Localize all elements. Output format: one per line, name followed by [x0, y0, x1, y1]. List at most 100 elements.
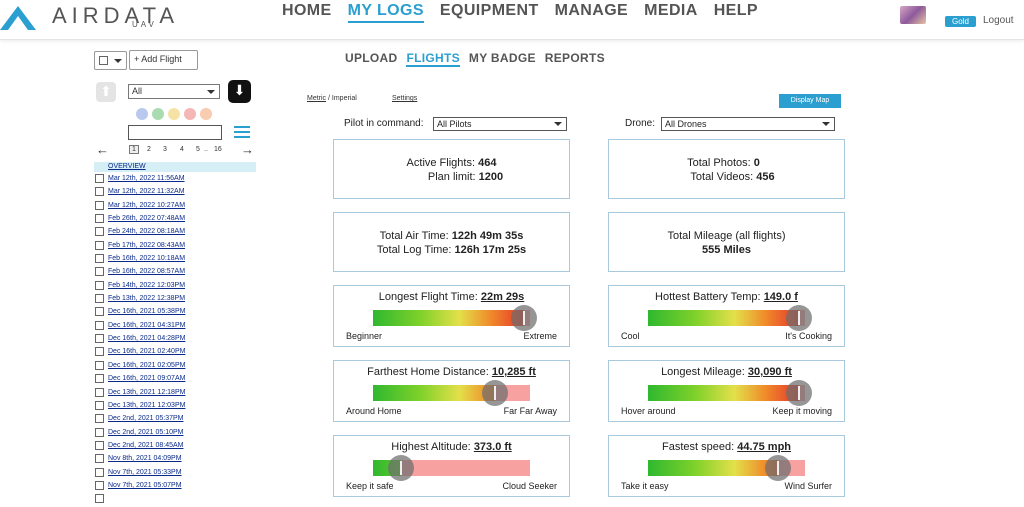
settings-link[interactable]: Settings — [392, 95, 417, 102]
flight-link[interactable]: Feb 16th, 2022 10:18AM — [108, 255, 185, 262]
flight-link[interactable]: Dec 16th, 2021 02:05PM — [108, 362, 185, 369]
flight-list-item[interactable]: Feb 24th, 2022 08:18AM — [94, 226, 256, 239]
color-dot-blue[interactable] — [136, 108, 148, 120]
page-16[interactable]: 16 — [214, 146, 222, 153]
flight-link[interactable]: Dec 2nd, 2021 08:45AM — [108, 442, 184, 449]
flight-list-item[interactable]: Dec 2nd, 2021 05:10PM — [94, 427, 256, 440]
flight-list-item[interactable]: Mar 12th, 2022 11:56AM — [94, 173, 256, 186]
nav-home[interactable]: HOME — [282, 2, 332, 23]
flight-checkbox[interactable] — [95, 320, 104, 330]
flight-link[interactable]: Dec 16th, 2021 02:40PM — [108, 348, 185, 355]
color-dot-yellow[interactable] — [168, 108, 180, 120]
flight-checkbox[interactable] — [95, 454, 104, 464]
flight-checkbox[interactable] — [95, 480, 104, 490]
color-dot-red[interactable] — [184, 108, 196, 120]
flight-list-item[interactable]: Dec 2nd, 2021 05:37PM — [94, 413, 256, 426]
flight-checkbox[interactable] — [95, 494, 104, 504]
flight-list-item[interactable]: Feb 17th, 2022 08:43AM — [94, 240, 256, 253]
flight-checkbox[interactable] — [95, 334, 104, 344]
flight-link[interactable]: Dec 16th, 2021 09:07AM — [108, 375, 185, 382]
tab-flights[interactable]: FLIGHTS — [406, 51, 460, 67]
select-all-checkbox[interactable] — [99, 56, 108, 65]
flight-link[interactable]: Dec 13th, 2021 12:18PM — [108, 389, 185, 396]
flight-checkbox[interactable] — [95, 174, 104, 183]
flight-link[interactable]: Feb 24th, 2022 08:18AM — [108, 228, 185, 235]
tab-reports[interactable]: REPORTS — [545, 51, 605, 67]
flight-link[interactable]: Dec 16th, 2021 04:28PM — [108, 335, 185, 342]
arrow-up-icon[interactable]: ⬆ — [96, 82, 116, 102]
page-4[interactable]: 4 — [180, 146, 184, 153]
flight-link[interactable]: Feb 13th, 2022 12:38PM — [108, 295, 185, 302]
flight-link[interactable]: Dec 16th, 2021 05:38PM — [108, 308, 185, 315]
select-all-dropdown[interactable] — [94, 51, 127, 70]
add-flight-button[interactable]: + Add Flight — [129, 50, 198, 70]
flight-checkbox[interactable] — [95, 214, 104, 224]
flight-checkbox[interactable] — [95, 467, 104, 477]
flight-list-item[interactable]: Dec 13th, 2021 12:18PM — [94, 387, 256, 400]
page-1[interactable]: 1 — [129, 145, 139, 154]
flight-list-item[interactable]: Feb 16th, 2022 10:18AM — [94, 253, 256, 266]
logout-link[interactable]: Logout — [983, 15, 1014, 26]
flight-checkbox[interactable] — [95, 387, 104, 397]
flight-checkbox[interactable] — [95, 400, 104, 410]
flight-list-item[interactable]: Dec 16th, 2021 05:38PM — [94, 306, 256, 319]
flight-list-item[interactable]: Dec 16th, 2021 04:31PM — [94, 320, 256, 333]
nav-my-logs[interactable]: MY LOGS — [347, 2, 424, 23]
flight-link[interactable]: Feb 14th, 2022 12:03PM — [108, 282, 185, 289]
color-dot-green[interactable] — [152, 108, 164, 120]
flight-list-item[interactable]: Dec 16th, 2021 02:40PM — [94, 346, 256, 359]
color-dot-orange[interactable] — [200, 108, 212, 120]
flight-list-item[interactable]: Mar 12th, 2022 10:27AM — [94, 200, 256, 213]
flight-link[interactable]: Mar 12th, 2022 11:32AM — [108, 188, 185, 195]
flight-checkbox[interactable] — [95, 360, 104, 370]
flight-link[interactable]: Nov 7th, 2021 05:33PM — [108, 469, 182, 476]
flight-checkbox[interactable] — [95, 227, 104, 237]
flight-link[interactable]: Dec 13th, 2021 12:03PM — [108, 402, 185, 409]
nav-equipment[interactable]: EQUIPMENT — [440, 2, 539, 23]
flight-checkbox[interactable] — [95, 347, 104, 357]
page-5[interactable]: 5 — [196, 146, 200, 153]
flight-checkbox[interactable] — [95, 427, 104, 437]
arrow-down-icon[interactable]: ⬇ — [228, 80, 251, 103]
display-map-button[interactable]: Display Map — [779, 94, 841, 108]
flight-checkbox[interactable] — [95, 374, 104, 384]
flight-checkbox[interactable] — [95, 414, 104, 424]
nav-help[interactable]: HELP — [714, 2, 758, 23]
flight-link[interactable]: Dec 16th, 2021 04:31PM — [108, 322, 185, 329]
flight-list-item[interactable]: Dec 16th, 2021 09:07AM — [94, 373, 256, 386]
flight-list-item[interactable]: Nov 7th, 2021 05:33PM — [94, 467, 256, 480]
flight-checkbox[interactable] — [95, 254, 104, 264]
flight-link[interactable]: Mar 12th, 2022 11:56AM — [108, 175, 185, 182]
flight-filter-select[interactable]: All — [128, 84, 220, 99]
flight-list-item[interactable]: Dec 16th, 2021 04:28PM — [94, 333, 256, 346]
flight-list-item[interactable]: Nov 7th, 2021 05:07PM — [94, 480, 256, 493]
flight-list-item[interactable]: Feb 13th, 2022 12:38PM — [94, 293, 256, 306]
flight-list-item[interactable]: Dec 16th, 2021 02:05PM — [94, 360, 256, 373]
flight-list-item[interactable]: Feb 14th, 2022 12:03PM — [94, 280, 256, 293]
flight-search-input[interactable] — [128, 125, 222, 140]
flight-list-item[interactable] — [94, 493, 256, 506]
flight-link[interactable]: Feb 16th, 2022 08:57AM — [108, 268, 185, 275]
flight-link[interactable]: Feb 26th, 2022 07:48AM — [108, 215, 185, 222]
metric-link[interactable]: Metric — [307, 95, 326, 102]
flight-list-item[interactable]: Dec 2nd, 2021 08:45AM — [94, 440, 256, 453]
menu-icon[interactable] — [234, 126, 250, 140]
flight-checkbox[interactable] — [95, 267, 104, 277]
flight-checkbox[interactable] — [95, 280, 104, 290]
flight-link[interactable]: Dec 2nd, 2021 05:37PM — [108, 415, 184, 422]
tab-my-badge[interactable]: MY BADGE — [469, 51, 536, 67]
user-avatar[interactable] — [900, 6, 926, 24]
next-page-arrow[interactable]: → — [241, 142, 254, 157]
flight-checkbox[interactable] — [95, 294, 104, 304]
flight-checkbox[interactable] — [95, 240, 104, 250]
page-3[interactable]: 3 — [163, 146, 167, 153]
prev-page-arrow[interactable]: ← — [96, 142, 109, 157]
page-2[interactable]: 2 — [147, 146, 151, 153]
flight-checkbox[interactable] — [95, 440, 104, 450]
flight-list-item[interactable]: Feb 16th, 2022 08:57AM — [94, 266, 256, 279]
pilot-select[interactable]: All Pilots — [433, 117, 567, 131]
flight-list-item[interactable]: Dec 13th, 2021 12:03PM — [94, 400, 256, 413]
flight-checkbox[interactable] — [95, 307, 104, 317]
flight-link[interactable]: Dec 2nd, 2021 05:10PM — [108, 429, 184, 436]
nav-media[interactable]: MEDIA — [644, 2, 698, 23]
